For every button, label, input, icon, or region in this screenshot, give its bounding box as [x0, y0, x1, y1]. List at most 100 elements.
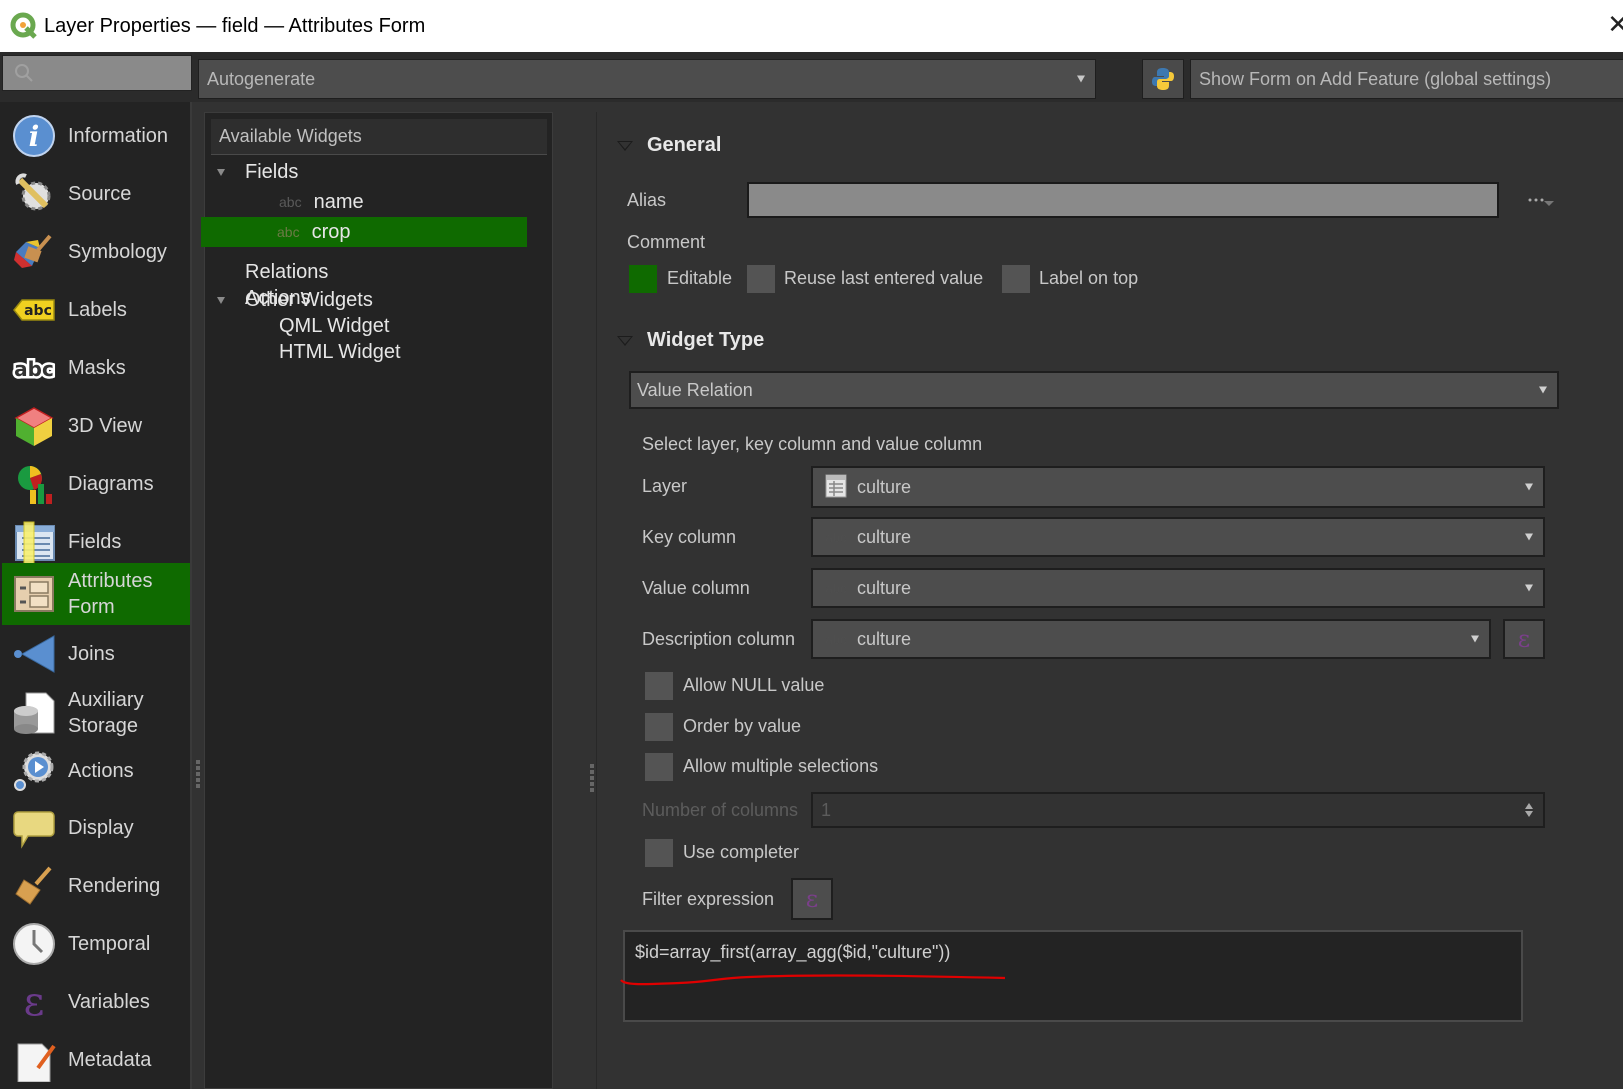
sidebar-item-3d-view[interactable]: 3D View	[2, 398, 190, 454]
widget-type-dropdown[interactable]: Value Relation	[629, 371, 1559, 409]
text-field-icon: abc	[279, 194, 302, 210]
text-field-icon: abc	[825, 631, 847, 647]
filter-expression-editor[interactable]: $id=array_first(array_agg($id,"culture")…	[623, 930, 1523, 1022]
diagrams-icon	[10, 460, 58, 508]
layout-mode-value: Autogenerate	[207, 68, 316, 89]
chevron-down-icon	[1539, 386, 1547, 394]
sidebar-item-diagrams[interactable]: Diagrams	[2, 456, 190, 512]
layer-dropdown[interactable]: culture	[811, 466, 1545, 508]
description-column-dropdown[interactable]: abc culture	[811, 619, 1491, 659]
key-column-label: Key column	[642, 527, 737, 547]
editable-checkbox[interactable]	[629, 265, 657, 293]
sidebar-item-label: Attributes Form	[68, 568, 152, 620]
table-layer-icon	[821, 474, 851, 501]
use-completer-label[interactable]: Use completer	[683, 842, 799, 863]
python-icon	[1152, 68, 1174, 90]
sidebar-item-rendering[interactable]: Rendering	[2, 858, 190, 914]
order-by-value-label[interactable]: Order by value	[683, 716, 801, 737]
description-column-value: culture	[857, 628, 912, 649]
widget-type-section-header[interactable]: Widget Type	[617, 329, 764, 352]
allow-multiple-label[interactable]: Allow multiple selections	[683, 756, 878, 777]
expression-icon: ε	[1517, 625, 1531, 653]
section-title: Widget Type	[647, 329, 765, 351]
widget-type-value: Value Relation	[637, 379, 753, 400]
sidebar-item-symbology[interactable]: Symbology	[2, 224, 190, 280]
section-title: General	[647, 134, 722, 156]
search-input[interactable]	[2, 55, 192, 91]
chevron-down-icon	[1077, 75, 1085, 83]
splitter-handle[interactable]	[590, 764, 594, 794]
tree-item-field-name[interactable]: abc name	[207, 187, 550, 217]
value-column-dropdown[interactable]: abc culture	[811, 568, 1545, 608]
sidebar-item-display[interactable]: Display	[2, 800, 190, 856]
filter-expression-button[interactable]: ε	[791, 878, 833, 920]
chevron-down-icon	[1525, 483, 1533, 491]
chevron-down-icon	[1525, 533, 1533, 541]
available-widgets-header: Available Widgets	[211, 119, 547, 155]
comment-label: Comment	[627, 232, 706, 252]
sidebar-item-information[interactable]: i Information	[2, 108, 190, 164]
allow-null-label[interactable]: Allow NULL value	[683, 675, 824, 696]
sidebar-item-label-line2: Form	[68, 596, 115, 618]
variables-icon: ε	[23, 979, 45, 1025]
description-expression-button[interactable]: ε	[1503, 619, 1545, 659]
sidebar-item-auxiliary-storage[interactable]: Auxiliary Storage	[2, 682, 190, 744]
splitter-handle[interactable]	[196, 760, 200, 790]
search-icon	[15, 64, 33, 82]
use-completer-checkbox[interactable]	[645, 839, 673, 867]
sidebar-item-fields[interactable]: Fields	[2, 514, 190, 570]
attributes-form-icon	[10, 570, 58, 618]
layout-mode-dropdown[interactable]: Autogenerate	[198, 59, 1096, 99]
alias-input[interactable]	[747, 182, 1499, 218]
sidebar-item-label-line1: Auxiliary	[68, 689, 144, 711]
sidebar-item-label: Variables	[68, 991, 150, 1013]
spin-arrows-icon[interactable]	[1525, 802, 1533, 818]
label-on-top-label[interactable]: Label on top	[1039, 268, 1138, 289]
sidebar-item-masks[interactable]: abc Masks	[2, 340, 190, 396]
sidebar-item-label: Information	[68, 125, 169, 147]
general-section-header[interactable]: General	[617, 134, 721, 157]
python-init-button[interactable]	[1142, 59, 1184, 99]
sidebar-item-attributes-form[interactable]: Attributes Form	[2, 563, 190, 625]
information-icon: i	[10, 112, 58, 160]
tree-item-fields[interactable]: Fields	[207, 157, 550, 187]
sidebar-item-source[interactable]: Source	[2, 166, 190, 222]
allow-multiple-checkbox[interactable]	[645, 753, 673, 781]
number-of-columns-spinbox[interactable]: 1	[811, 792, 1545, 828]
field-config-panel: General Alias Comment Editable Reuse las…	[596, 112, 1623, 1089]
sidebar-item-temporal[interactable]: Temporal	[2, 916, 190, 972]
reuse-last-value-checkbox[interactable]	[747, 265, 775, 293]
alias-more-button[interactable]	[1527, 194, 1561, 210]
rendering-icon	[10, 862, 58, 910]
expand-arrow-icon[interactable]	[217, 168, 225, 176]
allow-null-checkbox[interactable]	[645, 672, 673, 700]
masks-icon: abc	[10, 344, 58, 392]
expand-arrow-icon[interactable]	[217, 296, 225, 304]
sidebar-item-label: Auxiliary Storage	[68, 687, 144, 739]
add-feature-behavior-dropdown[interactable]: Show Form on Add Feature (global setting…	[1190, 59, 1623, 99]
collapse-arrow-icon[interactable]	[617, 335, 633, 346]
sidebar-item-actions[interactable]: Actions	[2, 743, 190, 799]
sidebar: i Information Source Symbology abc Label…	[0, 102, 192, 1089]
temporal-icon	[10, 920, 58, 968]
fields-icon	[10, 518, 58, 566]
sidebar-item-label: Fields	[68, 531, 122, 553]
sidebar-item-variables[interactable]: ε Variables	[2, 974, 190, 1030]
sidebar-item-metadata[interactable]: Metadata	[2, 1032, 190, 1088]
sidebar-item-label: Labels	[68, 299, 127, 321]
tree-item-html-widget[interactable]: HTML Widget	[207, 337, 550, 367]
reuse-last-value-label[interactable]: Reuse last entered value	[784, 268, 983, 289]
svg-text:abc: abc	[14, 357, 54, 381]
value-column-value: culture	[857, 577, 912, 598]
key-column-value: culture	[857, 526, 912, 547]
label-on-top-checkbox[interactable]	[1002, 265, 1030, 293]
close-icon[interactable]: ✕	[1607, 10, 1623, 40]
editable-label[interactable]: Editable	[667, 268, 732, 289]
sidebar-item-labels[interactable]: abc Labels	[2, 282, 190, 338]
sidebar-item-joins[interactable]: Joins	[2, 626, 190, 682]
key-column-dropdown[interactable]: abc culture	[811, 517, 1545, 557]
value-column-label: Value column	[642, 578, 750, 598]
order-by-value-checkbox[interactable]	[645, 713, 673, 741]
collapse-arrow-icon[interactable]	[617, 140, 633, 151]
sidebar-item-label: Masks	[68, 357, 126, 379]
